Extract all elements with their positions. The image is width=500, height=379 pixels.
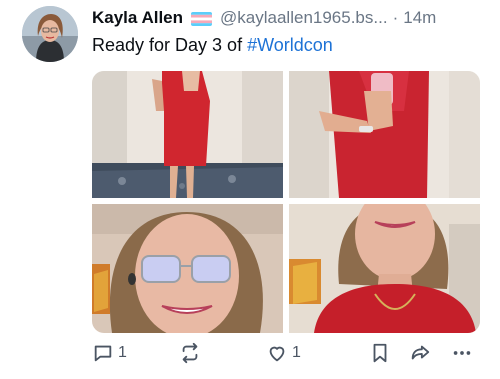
bookmark-icon xyxy=(373,343,387,363)
like-icon xyxy=(269,346,285,362)
like-button[interactable]: 1 xyxy=(266,342,301,364)
author-handle[interactable]: @kaylaallen1965.bs... xyxy=(220,8,388,28)
avatar[interactable] xyxy=(22,6,78,62)
trans-flag-icon xyxy=(191,12,213,26)
post-text-body: Ready for Day 3 of xyxy=(92,35,248,55)
reply-button[interactable]: 1 xyxy=(92,342,127,364)
post-text: Ready for Day 3 of #Worldcon xyxy=(92,35,333,56)
post-actions: 1 1 xyxy=(92,342,482,368)
more-options-button[interactable] xyxy=(450,342,474,364)
repost-icon xyxy=(182,342,198,364)
reply-count: 1 xyxy=(118,344,127,361)
reply-icon xyxy=(94,345,112,362)
post-timestamp[interactable]: 14m xyxy=(403,8,436,28)
like-count: 1 xyxy=(292,344,301,361)
hashtag-link[interactable]: #Worldcon xyxy=(247,35,333,55)
post-image-2[interactable] xyxy=(289,71,480,198)
repost-button[interactable] xyxy=(179,342,201,364)
author-name[interactable]: Kayla Allen xyxy=(92,8,183,28)
media-grid xyxy=(92,71,480,333)
post-image-1[interactable] xyxy=(92,71,283,198)
bookmark-button[interactable] xyxy=(369,342,391,364)
post-image-3[interactable] xyxy=(92,204,283,333)
share-icon xyxy=(411,345,430,360)
separator-dot: · xyxy=(392,8,399,27)
post-header: Kayla Allen @kaylaallen1965.bs... · 14m xyxy=(92,6,490,30)
more-icon xyxy=(453,351,471,355)
share-button[interactable] xyxy=(409,342,431,364)
post-image-4[interactable] xyxy=(289,188,480,333)
